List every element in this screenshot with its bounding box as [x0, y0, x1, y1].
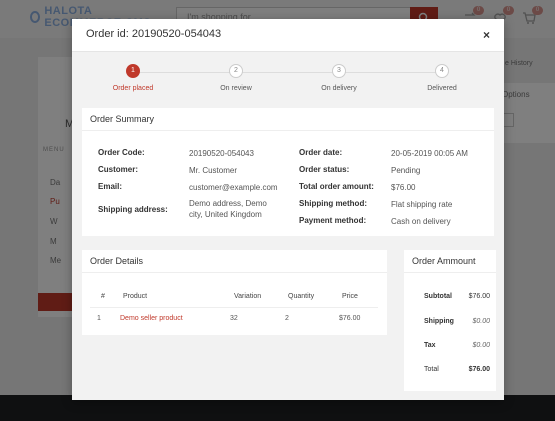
row-number: 1 [97, 315, 101, 322]
shipping-method-label: Shipping method: [299, 199, 367, 208]
total-order-amount-value: $76.00 [391, 183, 416, 192]
product-link[interactable]: Demo seller product [120, 315, 183, 322]
row-price: $76.00 [339, 315, 361, 322]
email-value: customer@example.com [189, 183, 278, 192]
table-divider [90, 307, 378, 308]
column-header-product: Product [123, 293, 148, 300]
step-label: On review [220, 85, 252, 92]
order-details-title: Order Details [90, 256, 144, 266]
step-number: 3 [332, 64, 346, 78]
total-label: Total [424, 366, 439, 373]
shipping-value: $0.00 [472, 318, 490, 325]
step-on-delivery: 3 On delivery [294, 64, 384, 92]
total-value: $76.00 [468, 366, 490, 373]
email-label: Email: [98, 182, 123, 191]
shipping-label: Shipping [424, 318, 454, 325]
column-header-price: Price [342, 293, 358, 300]
row-quantity: 2 [285, 315, 289, 322]
payment-method-label: Payment method: [299, 216, 367, 225]
subtotal-label: Subtotal [424, 293, 452, 300]
column-header-quantity: Quantity [288, 293, 315, 300]
column-header-number: # [101, 293, 105, 300]
order-status-value: Pending [391, 166, 421, 175]
step-delivered: 4 Delivered [397, 64, 487, 92]
step-order-placed: 1 Order placed [88, 64, 178, 92]
step-number: 4 [435, 64, 449, 78]
tax-label: Tax [424, 342, 436, 349]
order-summary-title: Order Summary [90, 114, 155, 124]
column-header-variation: Variation [234, 293, 262, 300]
order-code-value: 20190520-054043 [189, 149, 254, 158]
step-label: Delivered [427, 85, 457, 92]
close-icon[interactable]: × [483, 28, 490, 42]
tax-value: $0.00 [472, 342, 490, 349]
shipping-method-value: Flat shipping rate [391, 200, 453, 209]
shipping-address-value: Demo address, Demo city, United Kingdom [189, 199, 267, 219]
order-amount-title: Order Ammount [412, 256, 476, 266]
order-summary-card: Order Summary Order Code: 20190520-05404… [82, 108, 494, 236]
order-status-label: Order status: [299, 165, 350, 174]
customer-value: Mr. Customer [189, 166, 238, 175]
subtotal-value: $76.00 [468, 293, 490, 300]
step-label: On delivery [321, 85, 357, 92]
step-number: 2 [229, 64, 243, 78]
order-date-label: Order date: [299, 148, 343, 157]
step-on-review: 2 On review [191, 64, 281, 92]
step-label: Order placed [112, 85, 154, 92]
modal-title: Order id: 20190520-054043 [86, 28, 222, 40]
order-code-label: Order Code: [98, 148, 145, 157]
order-date-value: 20-05-2019 00:05 AM [391, 149, 468, 158]
payment-method-value: Cash on delivery [391, 217, 451, 226]
step-number: 1 [126, 64, 140, 78]
shipping-address-label: Shipping address: [98, 205, 168, 214]
customer-label: Customer: [98, 165, 139, 174]
row-variation: 32 [230, 315, 238, 322]
total-order-amount-label: Total order amount: [299, 182, 374, 191]
modal-header: Order id: 20190520-054043 × [72, 19, 504, 52]
order-details-modal: Order id: 20190520-054043 × 1 Order plac… [72, 19, 504, 400]
